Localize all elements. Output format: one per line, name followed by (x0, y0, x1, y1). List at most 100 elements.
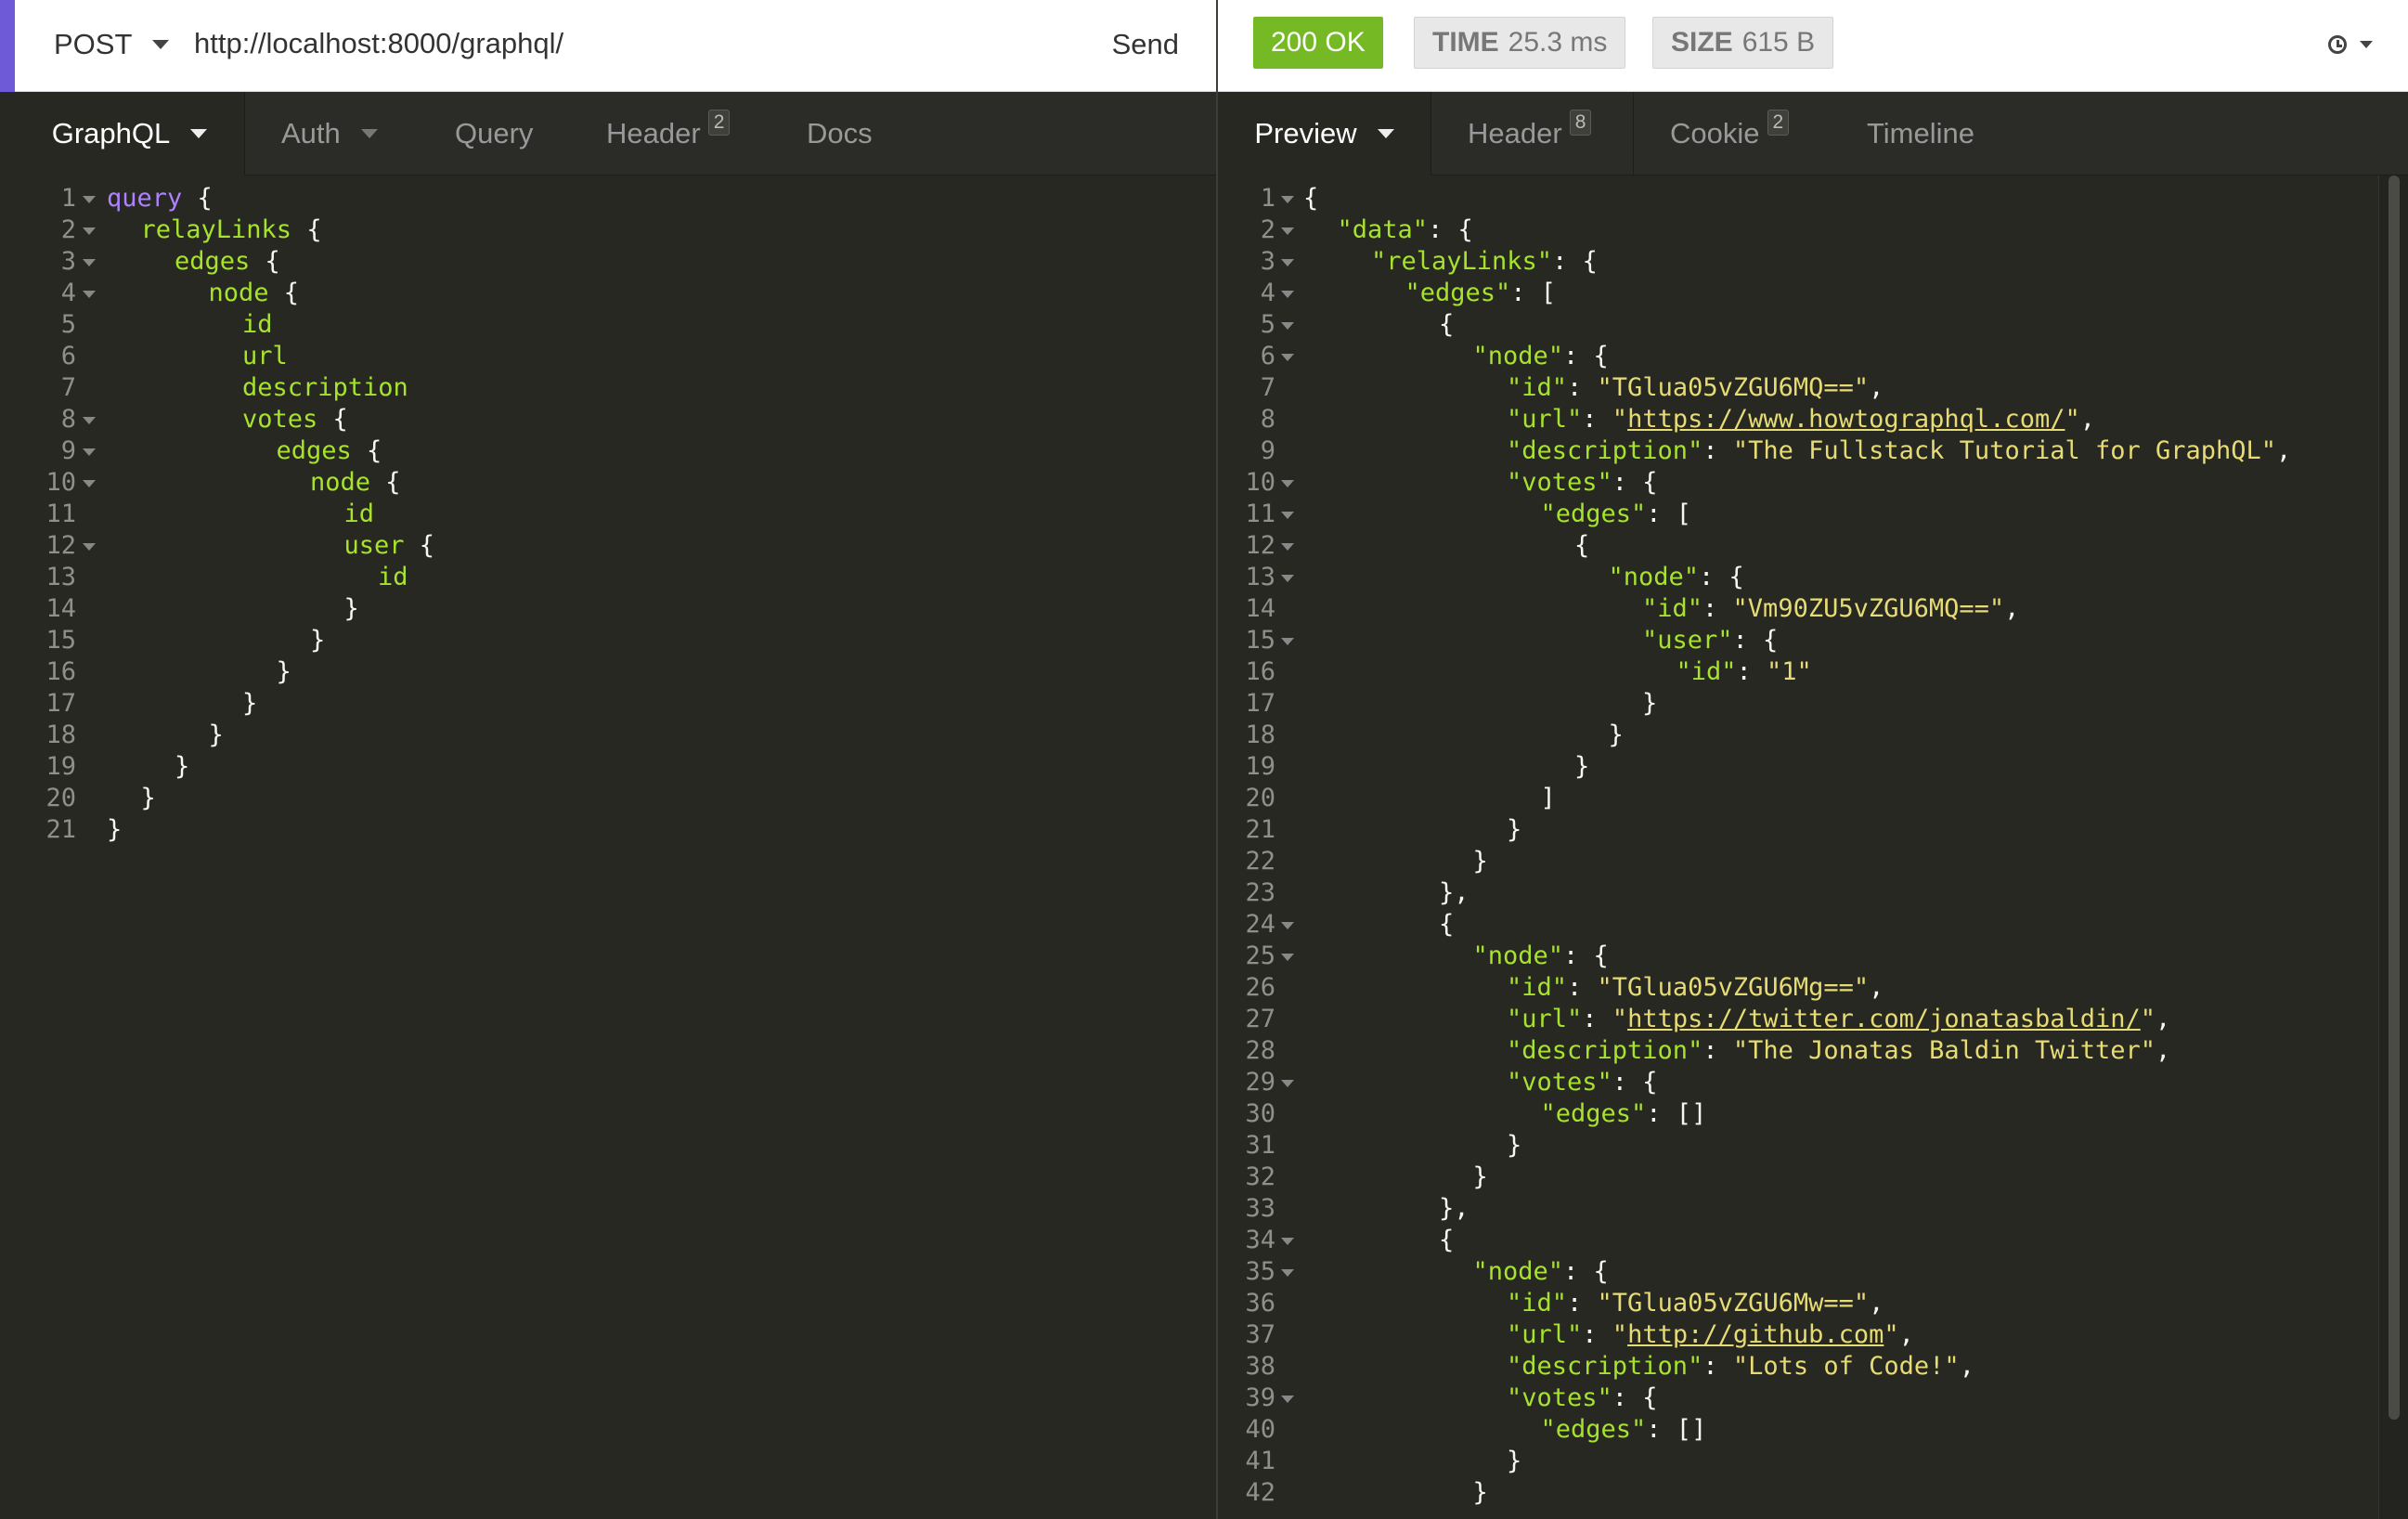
tab-cookie[interactable]: Cookie 2 (1670, 92, 1790, 175)
code-token: : { (1563, 1257, 1609, 1286)
size-value: 615 B (1741, 27, 1816, 58)
code-text: "edges": [] (1541, 1414, 1707, 1446)
line-number: 35 (1245, 1257, 1275, 1286)
fold-triangle-icon[interactable] (1281, 354, 1294, 361)
line-number: 27 (1245, 1005, 1275, 1033)
tab-label: Preview (1254, 117, 1357, 149)
code-token: } (1507, 1131, 1522, 1160)
fold-triangle-icon[interactable] (1281, 575, 1294, 582)
code-text: node { (310, 467, 401, 499)
fold-triangle-icon[interactable] (1281, 259, 1294, 266)
code-text: "node": { (1473, 341, 1609, 372)
fold-triangle-icon[interactable] (1281, 512, 1294, 519)
fold-triangle-icon[interactable] (1281, 322, 1294, 330)
code-text: relayLinks { (141, 214, 322, 246)
code-token: node (310, 468, 371, 497)
time-value: 25.3 ms (1508, 27, 1608, 58)
fold-triangle-icon[interactable] (83, 543, 96, 551)
code-token: "id" (1507, 973, 1568, 1002)
fold-triangle-icon[interactable] (1281, 291, 1294, 298)
line-number: 5 (60, 310, 76, 339)
tab-header[interactable]: Header 8 (1468, 92, 1592, 175)
fold-triangle-icon[interactable] (1281, 1238, 1294, 1245)
fold-triangle-icon[interactable] (83, 291, 96, 298)
fold-triangle-icon[interactable] (1281, 954, 1294, 961)
code-line: 19} (15, 751, 1216, 783)
line-number: 6 (60, 342, 76, 370)
code-line: 38 "description": "Lots of Code!", (1218, 1351, 2378, 1383)
tab-graphql[interactable]: GraphQL (15, 92, 244, 175)
fold-triangle-icon[interactable] (83, 448, 96, 456)
fold-triangle-icon[interactable] (1281, 196, 1294, 203)
code-token: : { (1552, 247, 1598, 276)
code-text: edges { (175, 246, 280, 278)
fold-triangle-icon[interactable] (1281, 480, 1294, 487)
response-viewer[interactable]: 1{2 "data": {3 "relayLinks": {4 "edges": [5… (1218, 175, 2378, 1519)
code-token: { (370, 468, 401, 497)
code-token: : (1702, 594, 1733, 623)
code-link[interactable]: http://github.com (1627, 1320, 1884, 1349)
tab-docs[interactable]: Docs (807, 92, 873, 175)
fold-triangle-icon[interactable] (83, 227, 96, 235)
code-token: "relayLinks" (1371, 247, 1553, 276)
fold-triangle-icon[interactable] (1281, 227, 1294, 235)
fold-triangle-icon[interactable] (1281, 543, 1294, 551)
code-link[interactable]: https://www.howtographql.com/ (1627, 405, 2065, 434)
code-token: : [] (1646, 1099, 1707, 1128)
scrollbar-thumb[interactable] (2389, 175, 2400, 1420)
code-text: } (1473, 846, 1488, 877)
tab-query[interactable]: Query (455, 92, 533, 175)
line-number: 10 (1245, 468, 1275, 497)
code-token: "edges" (1540, 1415, 1647, 1444)
method-label: POST (54, 27, 133, 60)
line-number: 20 (45, 784, 76, 812)
code-token: : (1567, 373, 1598, 402)
code-token: "The Jonatas Baldin Twitter" (1732, 1036, 2156, 1065)
tab-auth[interactable]: Auth (281, 92, 378, 175)
code-token: { (182, 184, 213, 213)
fold-triangle-icon[interactable] (1281, 638, 1294, 645)
code-text: "votes": { (1507, 1383, 1658, 1414)
code-token: "TGlua05vZGU6MQ==" (1597, 373, 1870, 402)
fold-triangle-icon[interactable] (1281, 1080, 1294, 1087)
query-editor[interactable]: 1 query {2 relayLinks {3 edges {4 node {5 id 6… (15, 175, 1216, 1519)
code-token: , (1869, 973, 1884, 1002)
fold-triangle-icon[interactable] (83, 196, 96, 203)
line-number: 21 (45, 815, 76, 844)
code-token: }, (1439, 878, 1469, 907)
tab-timeline[interactable]: Timeline (1867, 92, 1974, 175)
code-token: , (1898, 1320, 1914, 1349)
line-number: 6 (1260, 342, 1275, 370)
tab-label: Auth (281, 117, 341, 149)
line-number: 20 (1245, 784, 1275, 812)
line-number: 28 (1245, 1036, 1275, 1065)
line-number: 14 (1245, 594, 1275, 623)
url-input[interactable] (194, 19, 1029, 69)
response-status-bar: 200 OK TIME 25.3 ms SIZE 615 B (1218, 0, 2408, 92)
fold-triangle-icon[interactable] (1281, 1396, 1294, 1403)
tab-preview[interactable]: Preview (1218, 92, 1431, 175)
fold-triangle-icon[interactable] (1281, 922, 1294, 929)
code-token: } (140, 784, 156, 812)
code-link[interactable]: https://twitter.com/jonatasbaldin/ (1627, 1005, 2141, 1033)
code-token: " (1612, 405, 1628, 434)
fold-triangle-icon[interactable] (1281, 1269, 1294, 1277)
send-button[interactable]: Send (1112, 0, 1179, 88)
code-token: "data" (1337, 215, 1429, 244)
fold-triangle-icon[interactable] (83, 417, 96, 424)
code-line: 15} (15, 625, 1216, 656)
code-line: 5 id (15, 309, 1216, 341)
line-number: 11 (1245, 500, 1275, 528)
code-text: } (1507, 1446, 1521, 1477)
line-number: 21 (1245, 815, 1275, 844)
tab-label: Header (606, 117, 701, 149)
history-dropdown[interactable] (2328, 0, 2373, 88)
method-dropdown[interactable]: POST (54, 0, 170, 88)
code-line: 1{ (1218, 183, 2378, 214)
response-scrollbar[interactable] (2378, 175, 2408, 1519)
fold-triangle-icon[interactable] (83, 259, 96, 266)
fold-triangle-icon[interactable] (83, 480, 96, 487)
code-token: id (343, 500, 375, 528)
code-text: } (209, 720, 224, 751)
tab-header[interactable]: Header 2 (606, 92, 731, 175)
